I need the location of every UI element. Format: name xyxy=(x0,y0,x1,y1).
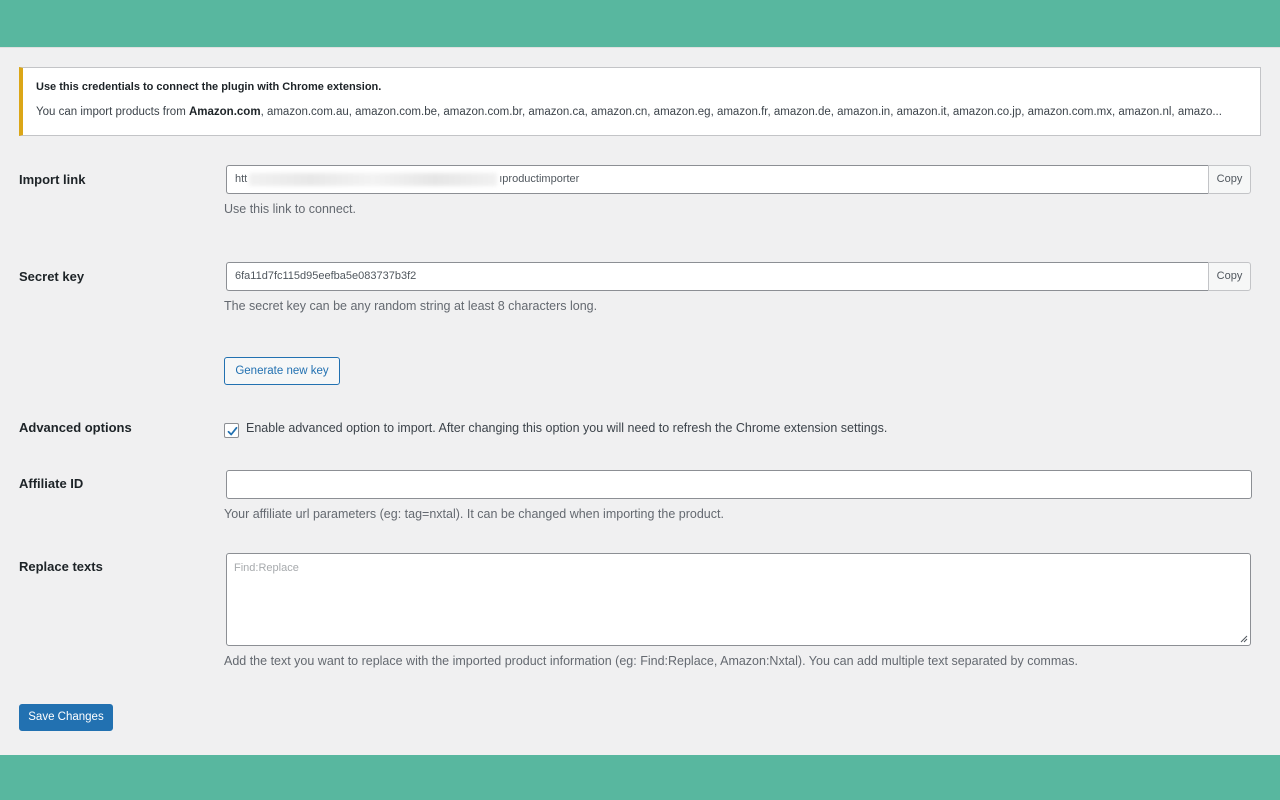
notice-box: Use this credentials to connect the plug… xyxy=(19,67,1261,136)
affiliate-id-description: Your affiliate url parameters (eg: tag=n… xyxy=(224,507,724,521)
import-link-input[interactable]: htt ıproductimporter xyxy=(226,165,1209,194)
redacted-blur xyxy=(249,172,498,186)
save-changes-button[interactable]: Save Changes xyxy=(19,704,113,731)
divider xyxy=(0,47,1280,48)
import-link-label: Import link xyxy=(19,172,86,187)
replace-texts-textarea[interactable]: Find:Replace xyxy=(226,553,1251,646)
notice-text-rest: , amazon.com.au, amazon.com.be, amazon.c… xyxy=(260,106,1222,118)
advanced-options-checkbox-label: Enable advanced option to import. After … xyxy=(246,421,888,435)
checkmark-icon xyxy=(227,426,238,436)
notice-text-bold: Amazon.com xyxy=(188,106,261,118)
replace-texts-label: Replace texts xyxy=(19,559,103,574)
settings-panel: Use this credentials to connect the plug… xyxy=(0,47,1280,755)
copy-secret-key-button[interactable]: Copy xyxy=(1208,262,1251,291)
affiliate-id-input[interactable] xyxy=(226,470,1252,499)
replace-texts-placeholder: Find:Replace xyxy=(234,562,299,574)
copy-import-link-button[interactable]: Copy xyxy=(1208,165,1251,194)
import-link-value-start: htt xyxy=(235,173,248,185)
import-link-value-end: ıproductimporter xyxy=(499,173,580,185)
notice-title: Use this credentials to connect the plug… xyxy=(36,81,382,93)
secret-key-description: The secret key can be any random string … xyxy=(224,299,598,313)
advanced-options-checkbox[interactable] xyxy=(224,423,239,438)
resize-grip-icon[interactable] xyxy=(1240,635,1248,643)
replace-texts-description: Add the text you want to replace with th… xyxy=(224,654,1078,668)
advanced-options-label: Advanced options xyxy=(19,420,132,435)
secret-key-input[interactable]: 6fa11d7fc115d95eefba5e083737b3f2 xyxy=(226,262,1209,291)
generate-new-key-button[interactable]: Generate new key xyxy=(224,357,340,385)
notice-text: You can import products from Amazon.com,… xyxy=(36,105,1248,119)
import-link-description: Use this link to connect. xyxy=(224,202,357,216)
secret-key-label: Secret key xyxy=(19,269,85,284)
notice-text-prefix: You can import products from xyxy=(36,106,189,118)
affiliate-id-label: Affiliate ID xyxy=(19,476,84,491)
